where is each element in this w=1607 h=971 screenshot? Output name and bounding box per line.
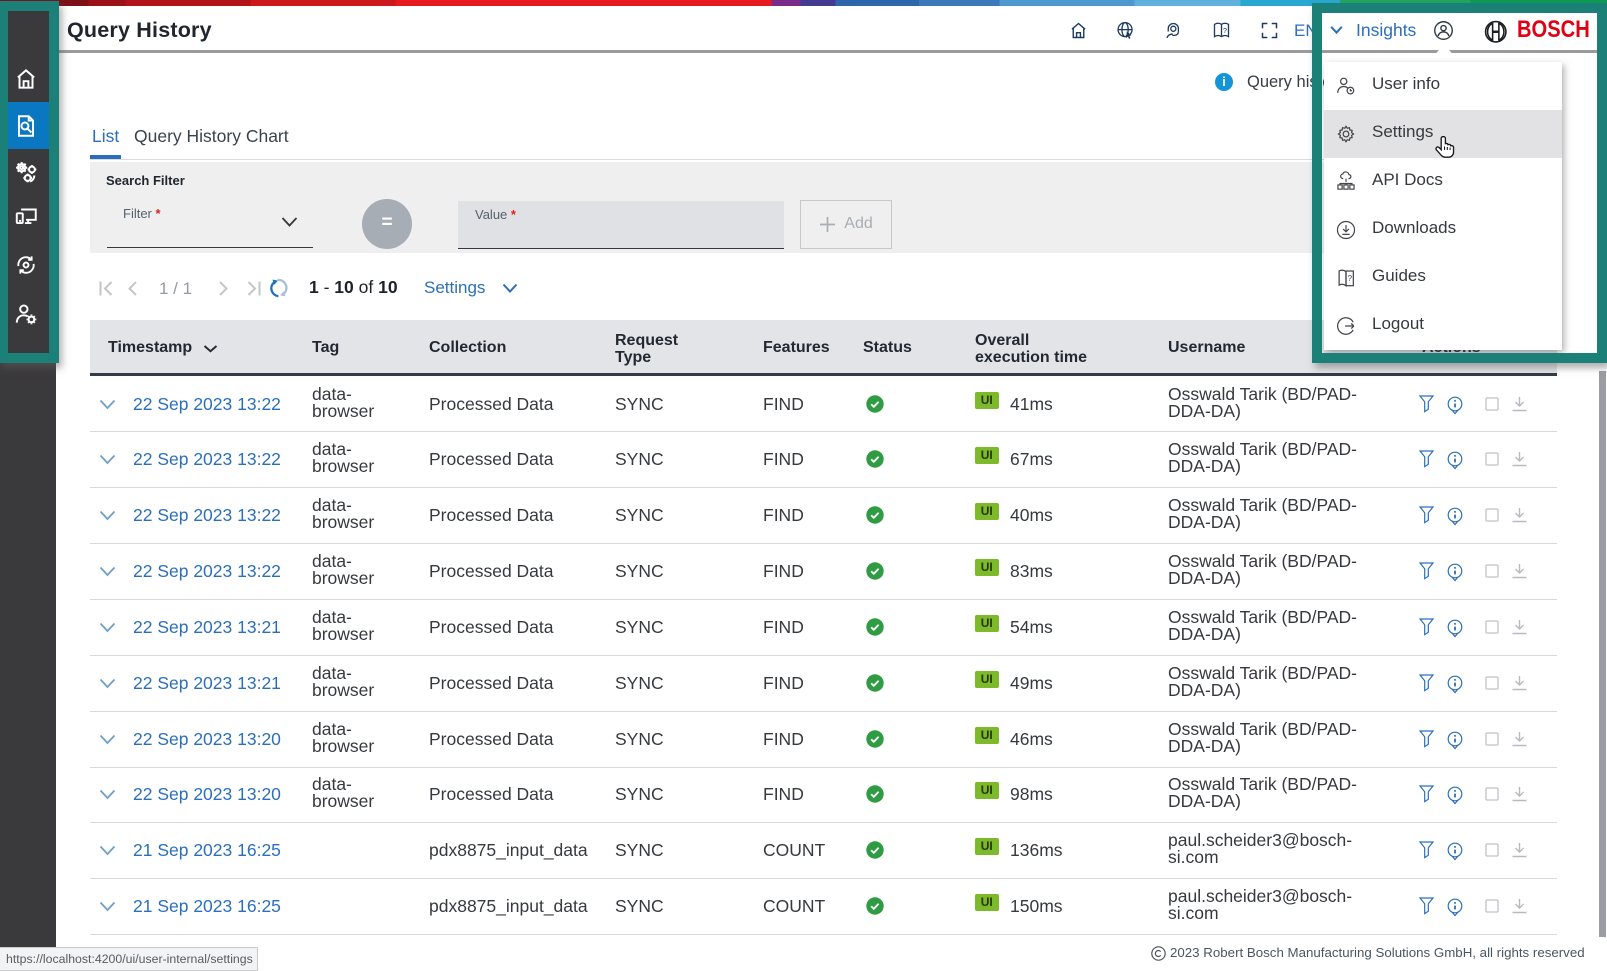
svg-text:?: ? [1223,26,1227,35]
